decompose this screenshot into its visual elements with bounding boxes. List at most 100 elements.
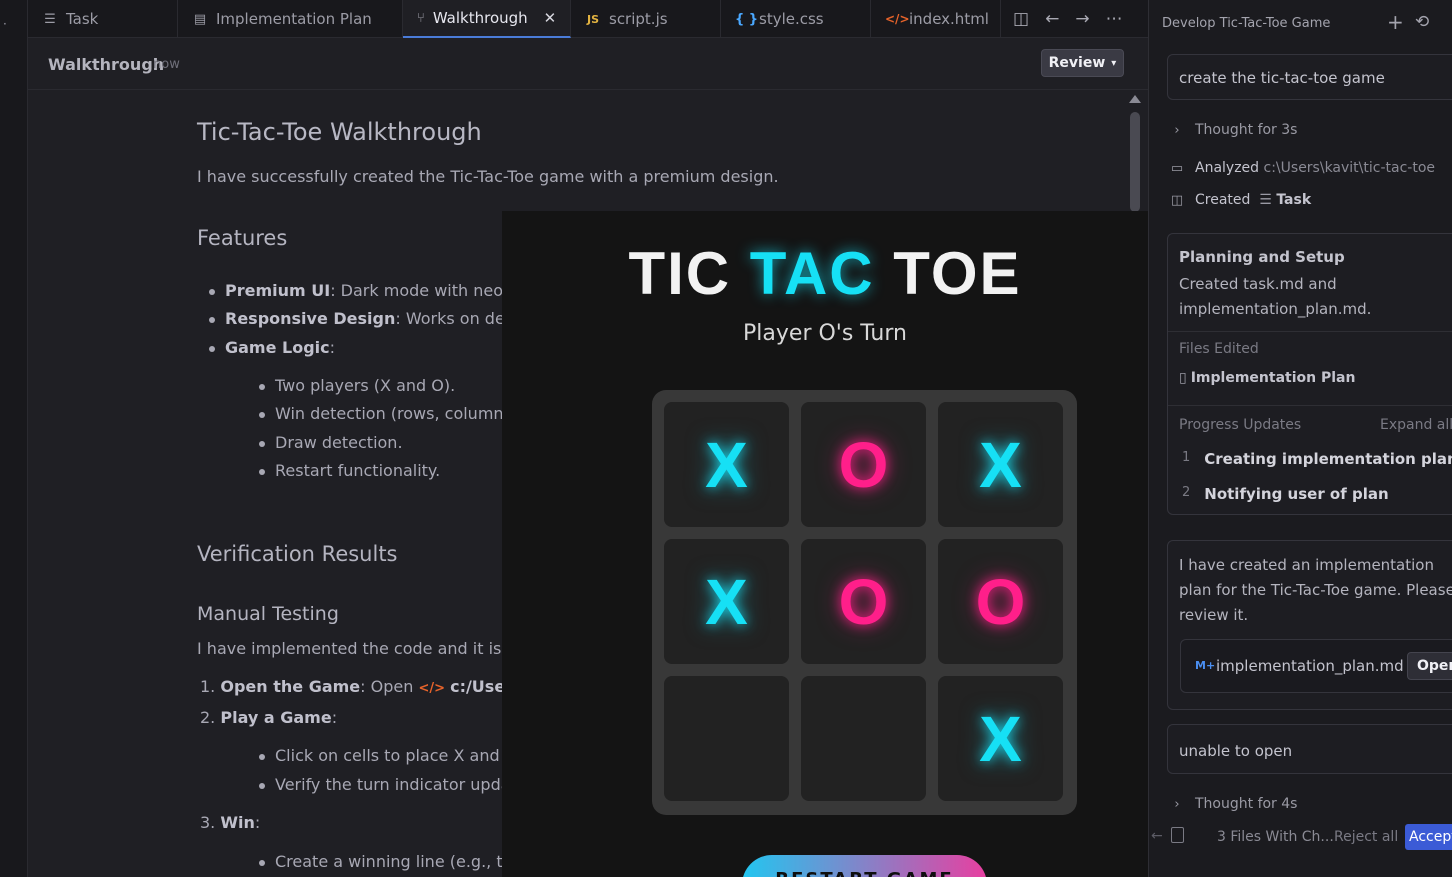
logic-item: Draw detection. xyxy=(259,433,403,452)
expand-all-link[interactable]: Expand all xyxy=(1380,417,1452,433)
board-cell[interactable]: X xyxy=(938,676,1063,801)
split-editor-icon[interactable]: ◫ xyxy=(1013,9,1029,29)
git-compare-icon: ⑂ xyxy=(417,10,425,26)
board-cell[interactable] xyxy=(801,676,926,801)
checklist-icon: ☰ xyxy=(44,11,56,27)
play-item: Verify the turn indicator update xyxy=(259,775,527,794)
editor-header: Walkthrough now Review ▾ xyxy=(28,38,1148,90)
board-cell[interactable] xyxy=(664,676,789,801)
css-icon: { } xyxy=(735,11,759,27)
board-cell[interactable]: O xyxy=(938,539,1063,664)
review-button[interactable]: Review ▾ xyxy=(1041,49,1124,77)
file-icon: ▯ xyxy=(1179,370,1187,386)
doc-intro: I have successfully created the Tic-Tac-… xyxy=(197,167,779,186)
tab-script-js[interactable]: JS script.js xyxy=(571,0,721,38)
play-item: Click on cells to place X and O. xyxy=(259,746,522,765)
agent-panel: Develop Tic-Tac-Toe Game + ⟲ create the … xyxy=(1148,0,1452,877)
document-icon xyxy=(1171,827,1184,843)
html-icon: </> xyxy=(418,681,445,696)
step-item: 1. Open the Game: Open </> c:/Users/k xyxy=(200,677,540,696)
tab-label: index.html xyxy=(909,10,989,28)
win-item: Create a winning line (e.g., top xyxy=(259,852,523,871)
progress-step: 2 Notifying user of plan xyxy=(1182,485,1389,503)
tab-label: script.js xyxy=(609,10,668,28)
file-icon: ▤ xyxy=(193,11,207,27)
files-edited-item[interactable]: ▯ Implementation Plan xyxy=(1179,370,1355,386)
board-cell[interactable]: O xyxy=(801,539,926,664)
logic-item: Win detection (rows, columns, xyxy=(259,404,517,423)
agent-message: I have created an implementation plan fo… xyxy=(1167,540,1452,710)
board-cell[interactable]: X xyxy=(664,539,789,664)
activity-strip: · xyxy=(0,0,28,877)
manual-testing-text: I have implemented the code and it is re xyxy=(197,639,523,658)
planning-body: Created task.md and implementation_plan.… xyxy=(1179,275,1372,318)
step-item: 3. Win: xyxy=(200,813,261,832)
open-button[interactable]: Open xyxy=(1407,652,1452,680)
tab-label: Task xyxy=(66,10,99,28)
close-icon[interactable]: ✕ xyxy=(544,9,557,27)
board-cell[interactable]: X xyxy=(938,402,1063,527)
panel-title: Develop Tic-Tac-Toe Game xyxy=(1162,16,1331,31)
review-label: Review xyxy=(1048,55,1106,71)
restart-game-button[interactable]: RESTART GAME xyxy=(742,855,987,877)
progress-step: 1 Creating implementation plan xyxy=(1182,450,1452,468)
chevron-right-icon: › xyxy=(1174,122,1180,138)
document-title: Walkthrough xyxy=(48,55,165,74)
chevron-right-icon: › xyxy=(1174,796,1180,812)
arrow-right-icon[interactable]: → xyxy=(1075,9,1089,29)
scrollbar-thumb[interactable] xyxy=(1130,112,1140,212)
tab-walkthrough[interactable]: ⑂ Walkthrough ✕ xyxy=(403,0,571,38)
bullet xyxy=(209,288,215,295)
arrow-left-icon[interactable]: ← xyxy=(1151,828,1163,844)
history-icon[interactable]: ⟲ xyxy=(1415,12,1429,32)
arrow-left-icon[interactable]: ← xyxy=(1045,9,1059,29)
feature-item: Game Logic: xyxy=(209,338,335,357)
turn-indicator: Player O's Turn xyxy=(743,321,907,346)
user-message: create the tic-tac-toe game xyxy=(1167,54,1452,100)
tab-implementation-plan[interactable]: ▤ Implementation Plan xyxy=(178,0,403,38)
board-cell[interactable]: X xyxy=(664,402,789,527)
feature-item: Premium UI: Dark mode with neon c xyxy=(209,281,527,300)
document-time: now xyxy=(153,57,180,72)
bullet xyxy=(209,345,215,352)
user-message: unable to open xyxy=(1167,724,1452,774)
markdown-icon: M+ xyxy=(1195,659,1216,672)
tab-task[interactable]: ☰ Task xyxy=(28,0,178,38)
progress-label: Progress Updates xyxy=(1179,417,1302,433)
files-edited-label: Files Edited xyxy=(1179,341,1259,357)
thought-toggle[interactable]: › Thought for 3s xyxy=(1169,122,1297,138)
html-icon: </> xyxy=(885,12,910,26)
tab-index-html[interactable]: </> index.html xyxy=(871,0,1001,38)
tab-label: style.css xyxy=(759,10,824,28)
features-heading: Features xyxy=(197,226,288,250)
more-dot: · xyxy=(3,17,7,31)
created-row: ◫ Created ☰ Task xyxy=(1170,192,1312,208)
files-changed[interactable]: 3 Files With Ch... xyxy=(1217,829,1334,845)
board-cell[interactable]: O xyxy=(801,402,926,527)
tab-style-css[interactable]: { } style.css xyxy=(721,0,871,38)
tab-label: Walkthrough xyxy=(432,9,528,27)
folder-icon: ▭ xyxy=(1170,160,1184,176)
game-title: TIC TAC TOE xyxy=(628,240,1022,307)
scroll-up-arrow[interactable] xyxy=(1129,95,1141,103)
tab-actions: ◫ ← → ⋯ xyxy=(1001,0,1123,37)
doc-heading: Tic-Tac-Toe Walkthrough xyxy=(197,118,482,146)
feature-item: Responsive Design: Works on deskto xyxy=(209,309,538,328)
logic-item: Restart functionality. xyxy=(259,461,440,480)
reject-all-button[interactable]: Reject all xyxy=(1334,829,1398,845)
plus-icon[interactable]: + xyxy=(1387,10,1404,34)
verification-heading: Verification Results xyxy=(197,542,398,566)
book-icon: ◫ xyxy=(1170,192,1184,208)
more-icon[interactable]: ⋯ xyxy=(1106,9,1123,29)
changes-bar: ← 3 Files With Ch... Reject all Accept xyxy=(1149,822,1452,852)
file-chip-name: implementation_plan.md xyxy=(1216,657,1404,675)
tab-label: Implementation Plan xyxy=(216,10,372,28)
file-chip[interactable]: M+ implementation_plan.md Open xyxy=(1180,639,1452,693)
thought-toggle[interactable]: › Thought for 4s xyxy=(1169,796,1297,812)
game-board: X O X X O O X xyxy=(652,390,1077,815)
tab-bar: ☰ Task ▤ Implementation Plan ⑂ Walkthrou… xyxy=(28,0,1148,38)
step-item: 2. Play a Game: xyxy=(200,708,338,727)
accept-button[interactable]: Accept xyxy=(1405,824,1452,850)
js-icon: JS xyxy=(586,12,599,26)
game-preview: TIC TAC TOE Player O's Turn X O X X O O … xyxy=(502,211,1148,877)
